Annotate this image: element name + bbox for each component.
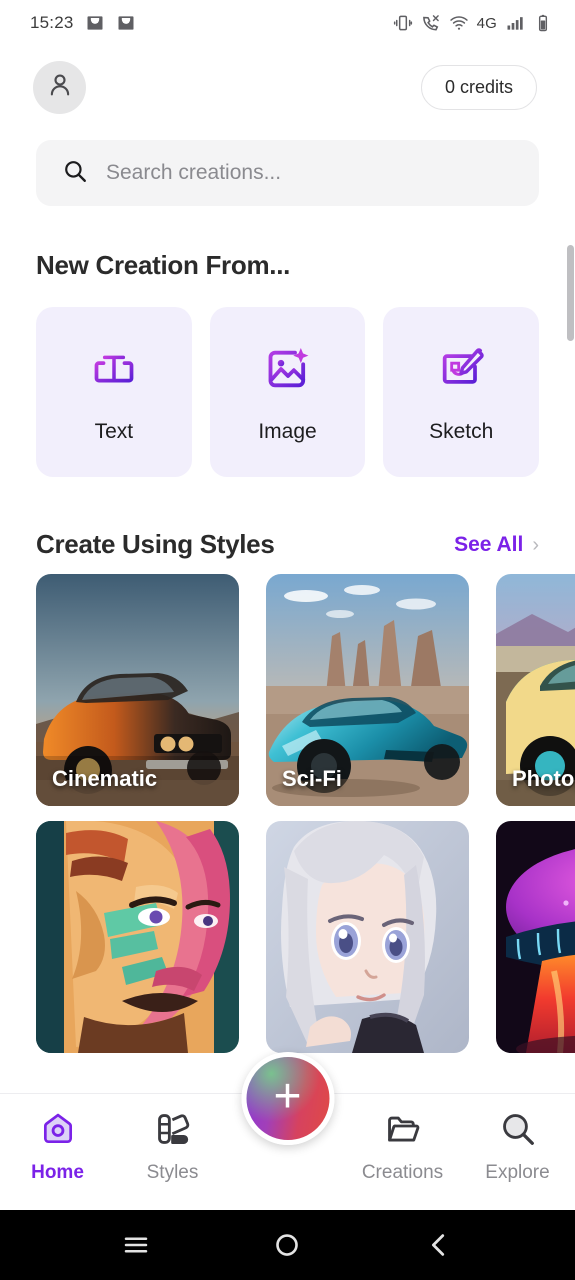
text-box-icon [86, 341, 142, 402]
magnifier-icon [499, 1110, 537, 1153]
style-card[interactable]: Cinematic [36, 574, 239, 806]
avatar[interactable] [33, 60, 86, 114]
creation-option-image[interactable]: Image [209, 307, 366, 477]
style-card-label: Cinematic [52, 766, 158, 791]
see-all-button[interactable]: See All › [454, 533, 539, 557]
creation-option-label: Sketch [429, 419, 494, 443]
sketch-pencil-icon [433, 341, 489, 402]
nav-item-explore[interactable]: Explore [460, 1110, 575, 1184]
wifi-icon [449, 13, 469, 33]
folder-icon [384, 1110, 422, 1153]
status-bar-right: 4G [393, 13, 553, 33]
new-creation-header: New Creation From... [0, 250, 575, 281]
style-thumbnail [36, 821, 239, 1053]
search-bar[interactable] [36, 140, 539, 206]
page-scrollbar[interactable] [567, 245, 574, 341]
plus-icon: + [273, 1069, 302, 1123]
palette-icon [154, 1110, 192, 1153]
status-time: 15:23 [30, 13, 74, 32]
style-card-label: Sci-Fi [282, 766, 342, 791]
android-navigation-bar [0, 1210, 575, 1280]
creation-option-label: Image [258, 419, 317, 443]
style-thumbnail [496, 821, 575, 1053]
app-screen: 15:23 4G 0 credits Search creations... N… [0, 0, 575, 1280]
call-mute-icon [421, 13, 441, 33]
styles-grid: Cinematic Sci-Fi Photo [0, 560, 575, 1053]
style-card[interactable] [36, 821, 239, 1053]
chevron-right-icon: › [532, 533, 539, 556]
nav-item-styles[interactable]: Styles [115, 1110, 230, 1184]
creation-option-text[interactable]: Text [36, 307, 192, 477]
search-section [0, 128, 575, 206]
mail-icon [85, 13, 105, 33]
status-bar-left: 15:23 [30, 13, 136, 33]
status-bar: 15:23 4G [0, 0, 575, 46]
style-card[interactable]: Photog [496, 574, 575, 806]
new-creation-title: New Creation From... [36, 250, 291, 280]
battery-icon [533, 13, 553, 33]
style-card-label: Photog [512, 766, 575, 791]
app-header: 0 credits [0, 46, 575, 128]
bottom-navigation: Home Styles Creations Explore + [0, 1052, 575, 1210]
search-input[interactable] [106, 161, 513, 185]
home-icon [39, 1110, 77, 1153]
styles-header: Create Using Styles See All › [0, 529, 575, 560]
style-card[interactable]: Sci-Fi [266, 574, 469, 806]
styles-title: Create Using Styles [36, 529, 275, 559]
nav-label: Explore [485, 1162, 550, 1183]
nav-label: Home [31, 1162, 84, 1183]
image-sparkle-icon [260, 341, 316, 402]
nav-label: Creations [361, 1162, 444, 1183]
search-icon [62, 158, 88, 189]
nav-label: Styles [146, 1162, 199, 1183]
style-card[interactable] [496, 821, 575, 1053]
home-circle-icon[interactable] [252, 1230, 322, 1260]
signal-bars-icon [505, 13, 525, 33]
back-chevron-icon[interactable] [404, 1230, 474, 1260]
nav-item-creations[interactable]: Creations [345, 1110, 460, 1184]
styles-row: Cinematic Sci-Fi Photo [36, 574, 575, 806]
styles-row [36, 821, 575, 1053]
vibrate-icon [393, 13, 413, 33]
credits-badge[interactable]: 0 credits [420, 64, 537, 110]
see-all-label: See All [454, 532, 524, 556]
nav-item-home[interactable]: Home [0, 1110, 115, 1184]
style-thumbnail [266, 821, 469, 1053]
person-icon [45, 70, 75, 105]
creation-option-label: Text [94, 419, 134, 443]
style-card[interactable] [266, 821, 469, 1053]
recents-icon[interactable] [101, 1230, 171, 1260]
mail-icon [116, 13, 136, 33]
new-creation-options: Text Image Sketch [0, 281, 575, 477]
creation-option-sketch[interactable]: Sketch [383, 307, 540, 477]
network-type-label: 4G [476, 14, 497, 32]
create-fab-button[interactable]: + [241, 1052, 334, 1145]
